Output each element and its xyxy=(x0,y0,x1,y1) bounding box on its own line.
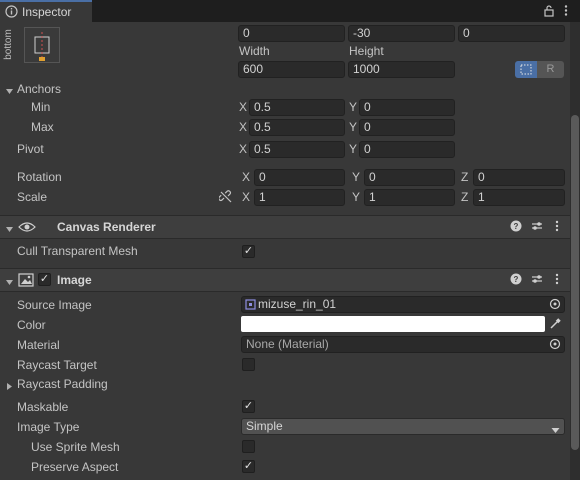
source-image-label: Source Image xyxy=(17,298,92,312)
scale-z-axis: Z xyxy=(461,190,469,204)
use-sprite-mesh-label: Use Sprite Mesh xyxy=(31,440,120,454)
raycast-target-checkbox[interactable] xyxy=(242,358,255,371)
material-field[interactable]: None (Material) xyxy=(241,336,565,353)
sprite-icon xyxy=(245,299,256,310)
image-type-label: Image Type xyxy=(17,420,80,434)
preserve-aspect-label: Preserve Aspect xyxy=(31,460,119,474)
cull-transparent-mesh-checkbox[interactable]: ✓ xyxy=(242,245,255,258)
svg-text:?: ? xyxy=(514,275,519,284)
image-component-header[interactable]: ✓ Image ? xyxy=(0,268,570,292)
constrain-proportions-icon[interactable] xyxy=(218,190,233,204)
tab-inspector[interactable]: Inspector xyxy=(0,0,92,22)
scale-y-field[interactable]: 1 xyxy=(364,189,455,206)
pos-x-field[interactable]: 0 xyxy=(238,25,345,42)
scale-x-field[interactable]: 1 xyxy=(254,189,345,206)
tab-title: Inspector xyxy=(22,5,72,19)
chevron-down-icon xyxy=(551,423,560,433)
help-icon[interactable]: ? xyxy=(509,273,523,287)
pivot-y-field[interactable]: 0 xyxy=(359,141,455,158)
image-enabled-checkbox[interactable]: ✓ xyxy=(38,273,51,286)
preserve-aspect-checkbox[interactable]: ✓ xyxy=(242,460,255,473)
color-label: Color xyxy=(17,318,46,332)
image-type-value: Simple xyxy=(246,419,283,433)
scale-label: Scale xyxy=(17,190,48,204)
canvas-renderer-title: Canvas Renderer xyxy=(57,220,156,234)
cull-transparent-mesh-label: Cull Transparent Mesh xyxy=(17,244,138,258)
component-menu-icon[interactable] xyxy=(550,273,564,287)
rotation-y-field[interactable]: 0 xyxy=(364,169,455,186)
canvas-renderer-foldout-icon[interactable] xyxy=(5,223,14,232)
scale-y-axis: Y xyxy=(352,190,361,204)
eye-icon xyxy=(18,220,36,234)
height-field[interactable]: 1000 xyxy=(348,61,455,78)
kebab-menu-icon[interactable] xyxy=(563,4,569,17)
pos-y-field[interactable]: -30 xyxy=(348,25,455,42)
raw-edit-label: R xyxy=(546,63,555,75)
pos-z-field[interactable]: 0 xyxy=(458,25,565,42)
canvas-renderer-header[interactable]: Canvas Renderer ? xyxy=(0,215,570,239)
rotation-label: Rotation xyxy=(17,170,62,184)
blueprint-mode-button[interactable] xyxy=(515,61,537,78)
raw-edit-button[interactable]: R xyxy=(537,61,564,78)
image-type-dropdown[interactable]: Simple xyxy=(241,418,565,435)
lock-icon[interactable] xyxy=(543,4,555,17)
anchors-max-x-axis: X xyxy=(239,120,248,134)
anchors-max-y-field[interactable]: 0 xyxy=(359,119,455,136)
rotation-z-field[interactable]: 0 xyxy=(473,169,565,186)
anchors-min-y-axis: Y xyxy=(349,100,358,114)
anchors-max-label: Max xyxy=(31,120,54,134)
image-title: Image xyxy=(57,273,92,287)
pivot-y-axis: Y xyxy=(349,142,358,156)
rotation-y-axis: Y xyxy=(352,170,361,184)
rotation-x-field[interactable]: 0 xyxy=(254,169,345,186)
width-label: Width xyxy=(239,44,270,58)
material-label: Material xyxy=(17,338,60,352)
maskable-label: Maskable xyxy=(17,400,69,414)
object-picker-icon[interactable] xyxy=(549,338,561,350)
use-sprite-mesh-checkbox[interactable] xyxy=(242,440,255,453)
anchors-min-x-axis: X xyxy=(239,100,248,114)
preset-icon[interactable] xyxy=(530,220,544,234)
help-icon[interactable]: ? xyxy=(509,220,523,234)
scale-z-field[interactable]: 1 xyxy=(473,189,565,206)
image-foldout-icon[interactable] xyxy=(5,276,14,285)
scale-x-axis: X xyxy=(242,190,251,204)
pivot-label: Pivot xyxy=(17,142,44,156)
source-image-field[interactable]: mizuse_rin_01 xyxy=(241,296,565,313)
raycast-target-label: Raycast Target xyxy=(17,358,97,372)
anchors-max-x-field[interactable]: 0.5 xyxy=(249,119,345,136)
rotation-z-axis: Z xyxy=(461,170,469,184)
anchors-min-x-field[interactable]: 0.5 xyxy=(249,99,345,116)
color-swatch[interactable] xyxy=(241,316,545,332)
pivot-x-field[interactable]: 0.5 xyxy=(249,141,345,158)
raycast-padding-label[interactable]: Raycast Padding xyxy=(17,377,108,392)
maskable-checkbox[interactable]: ✓ xyxy=(242,400,255,413)
anchors-foldout-icon[interactable] xyxy=(5,85,14,94)
pivot-x-axis: X xyxy=(239,142,248,156)
eyedropper-icon[interactable] xyxy=(549,318,561,330)
anchor-preset-button[interactable] xyxy=(24,27,60,63)
scrollbar-thumb[interactable] xyxy=(571,115,579,450)
source-image-value: mizuse_rin_01 xyxy=(258,297,337,311)
width-field[interactable]: 600 xyxy=(238,61,345,78)
component-menu-icon[interactable] xyxy=(550,220,564,234)
object-picker-icon[interactable] xyxy=(549,298,561,310)
info-icon xyxy=(5,5,18,18)
raycast-padding-foldout-icon[interactable] xyxy=(5,380,14,390)
anchors-max-y-axis: Y xyxy=(349,120,358,134)
preset-icon[interactable] xyxy=(530,273,544,287)
image-component-icon xyxy=(18,273,34,287)
dotted-rect-icon xyxy=(520,64,532,75)
height-label: Height xyxy=(349,44,384,58)
anchor-preset-label: bottom xyxy=(2,29,14,60)
rotation-x-axis: X xyxy=(242,170,251,184)
anchors-min-label: Min xyxy=(31,100,51,114)
svg-text:?: ? xyxy=(514,222,519,231)
anchors-min-y-field[interactable]: 0 xyxy=(359,99,455,116)
anchors-label: Anchors xyxy=(17,82,62,96)
